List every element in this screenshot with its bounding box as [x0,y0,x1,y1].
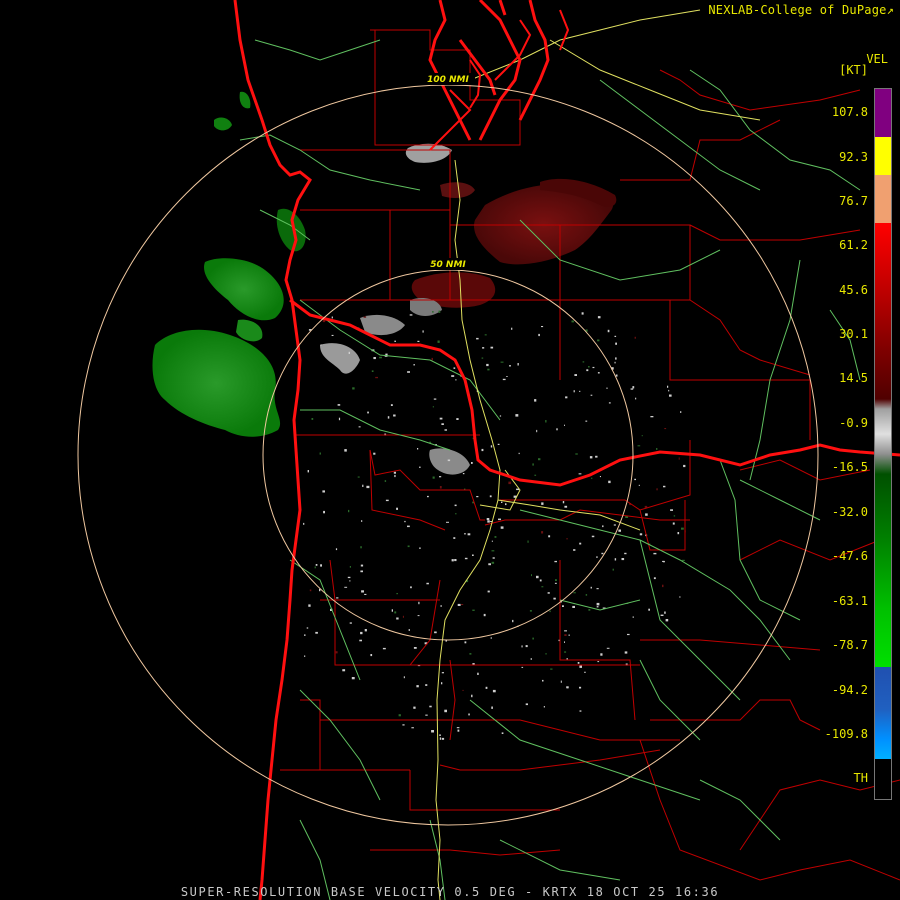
credit-label[interactable]: NEXLAB-College of DuPage [708,3,886,17]
credit-text[interactable]: NEXLAB-College of DuPage↗ [708,3,894,17]
radar-map: 50 NMI 100 NMI [77,0,900,900]
legend-tick: -32.0 [831,505,868,519]
legend-tick: -47.6 [831,549,868,563]
legend-tick: 61.2 [839,238,868,252]
legend-tick: 107.8 [831,105,868,119]
legend-tick: -0.9 [839,416,868,430]
legend-tick: -16.5 [831,460,868,474]
legend-tick: -109.8 [824,727,868,741]
legend-tick: -63.1 [831,594,868,608]
range-ring-100-label: 100 NMI [427,75,469,85]
legend-unit: [KT] [839,63,868,77]
product-footer: SUPER-RESOLUTION BASE VELOCITY 0.5 DEG -… [180,885,720,899]
echo-outbound-velocity [320,143,617,475]
legend-tick: 45.6 [839,283,868,297]
range-ring-50-label: 50 NMI [430,260,466,270]
legend-tick: 92.3 [839,150,868,164]
legend-tick: -94.2 [831,683,868,697]
echo-inbound-velocity [152,91,306,437]
external-link-icon[interactable]: ↗ [887,3,894,17]
velocity-color-scale [874,88,892,800]
county-boundaries [280,29,900,881]
legend-tick: 30.1 [839,327,868,341]
legend-title: VEL [866,52,888,66]
legend-tick: TH [853,771,868,785]
coastline [233,0,900,900]
legend-tick: 14.5 [839,371,868,385]
state-roads [239,39,861,900]
legend-tick: -78.7 [831,638,868,652]
legend-tick: 76.7 [839,194,868,208]
